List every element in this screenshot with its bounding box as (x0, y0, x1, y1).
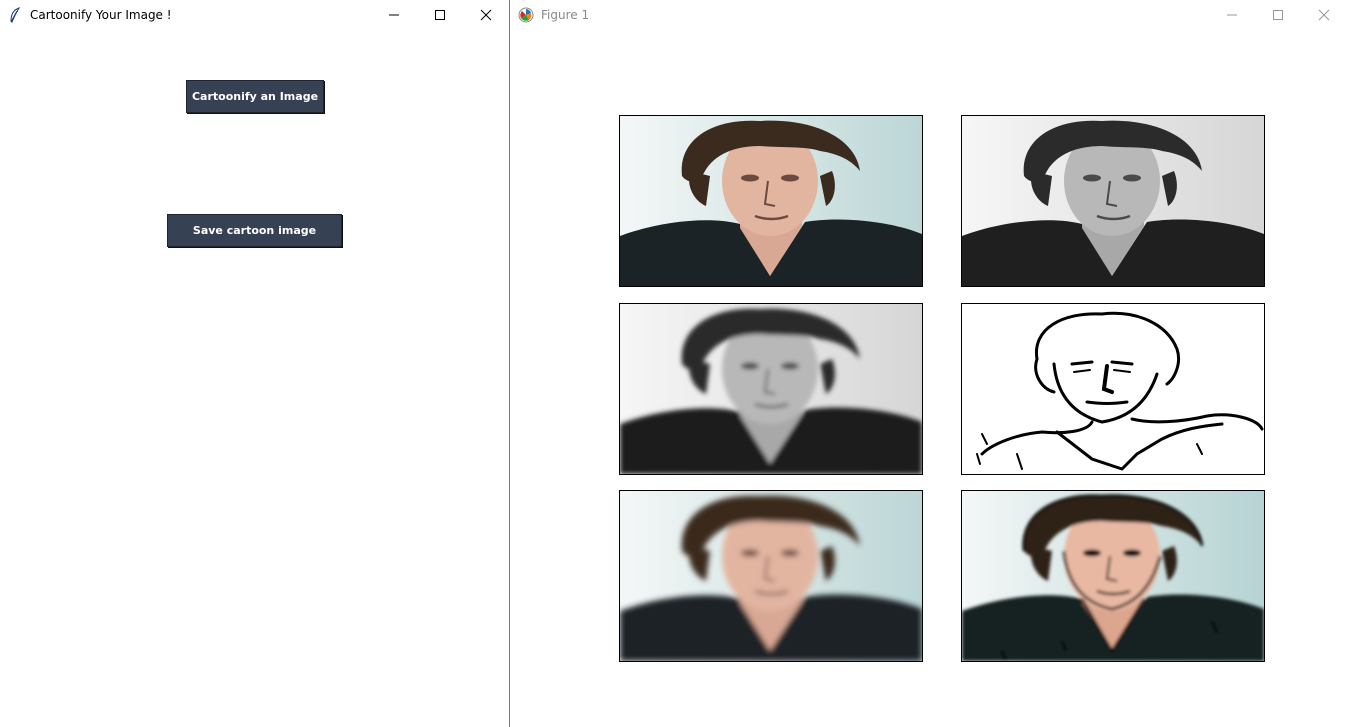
cartoonify-button[interactable]: Cartoonify an Image (186, 80, 324, 113)
minimize-icon (1227, 14, 1237, 16)
figure-title: Figure 1 (541, 8, 590, 22)
matplotlib-icon (511, 0, 541, 30)
maximize-icon (1273, 10, 1283, 20)
maximize-icon (435, 10, 445, 20)
figure-titlebar[interactable]: Figure 1 (511, 0, 1347, 30)
smoothed-grayscale-photo-image (620, 304, 922, 474)
save-cartoon-button[interactable]: Save cartoon image (167, 214, 342, 247)
figure-close-button[interactable] (1301, 0, 1347, 30)
cartoon-result-image (962, 491, 1264, 661)
cartoonify-titlebar[interactable]: Cartoonify Your Image ! (0, 0, 509, 30)
figure-minimize-button[interactable] (1209, 0, 1255, 30)
cartoon-result (961, 490, 1265, 662)
window-title: Cartoonify Your Image ! (30, 8, 172, 22)
cartoonify-window: Cartoonify Your Image ! Cartoonify an Im… (0, 0, 510, 727)
maximize-button[interactable] (417, 0, 463, 30)
color-smoothed-photo (619, 490, 923, 662)
figure-maximize-button[interactable] (1255, 0, 1301, 30)
close-icon (1318, 9, 1330, 21)
original-photo-image (620, 116, 922, 286)
grayscale-photo-image (962, 116, 1264, 286)
smoothed-grayscale-photo (619, 303, 923, 475)
figure-window: Figure 1 (511, 0, 1347, 727)
close-button[interactable] (463, 0, 509, 30)
edge-mask-image (962, 304, 1264, 474)
feather-icon (0, 0, 30, 30)
grayscale-photo (961, 115, 1265, 287)
edge-mask (961, 303, 1265, 475)
minimize-icon (389, 14, 399, 16)
close-icon (480, 9, 492, 21)
minimize-button[interactable] (371, 0, 417, 30)
color-smoothed-photo-image (620, 491, 922, 661)
original-photo (619, 115, 923, 287)
